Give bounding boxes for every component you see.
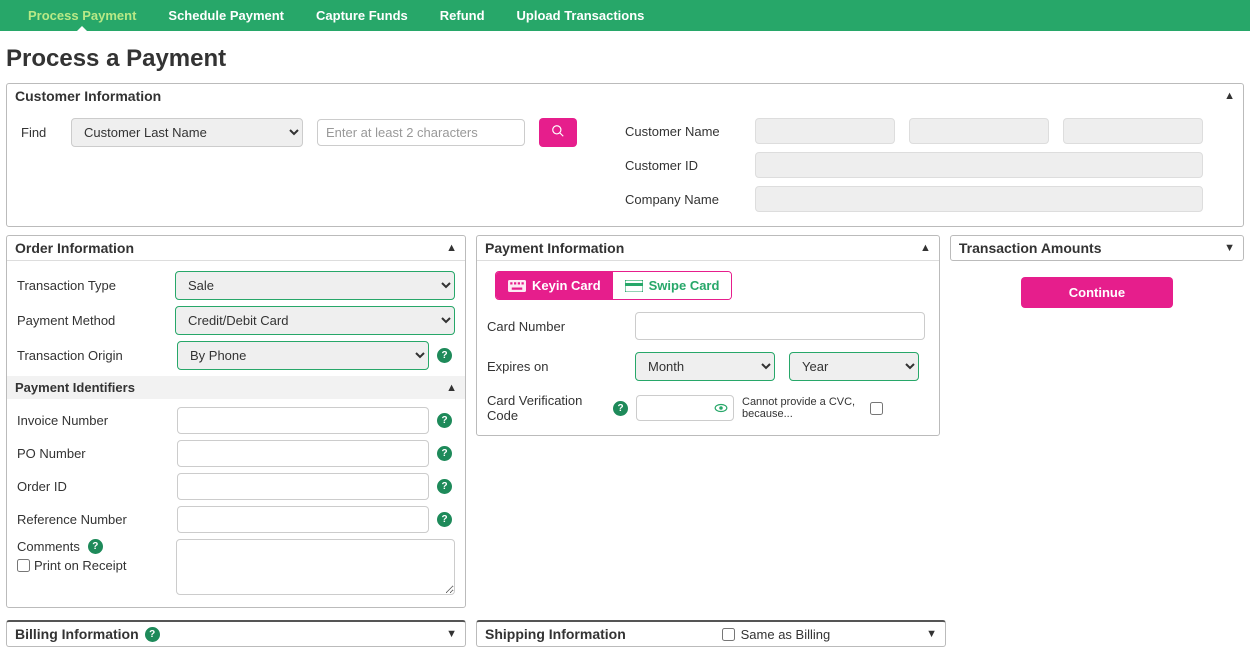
help-icon[interactable]: ? — [437, 512, 452, 527]
nav-capture-funds[interactable]: Capture Funds — [300, 0, 424, 31]
print-receipt-checkbox[interactable] — [17, 559, 30, 572]
payment-info-panel: Payment Information ▲ Keyin Card Swipe C… — [476, 235, 940, 436]
search-input[interactable] — [317, 119, 525, 146]
transaction-amounts-header[interactable]: Transaction Amounts ▼ — [950, 235, 1244, 261]
chevron-up-icon: ▲ — [446, 242, 457, 254]
customer-info-header[interactable]: Customer Information ▲ — [7, 84, 1243, 108]
same-as-billing-checkbox[interactable] — [722, 628, 735, 641]
customer-name-label: Customer Name — [625, 124, 735, 139]
continue-button[interactable]: Continue — [1021, 277, 1173, 308]
po-number-input[interactable] — [177, 440, 429, 467]
nav-upload-transactions[interactable]: Upload Transactions — [501, 0, 661, 31]
help-icon[interactable]: ? — [437, 413, 452, 428]
swipe-card-button[interactable]: Swipe Card — [613, 272, 732, 299]
find-select[interactable]: Customer Last Name — [71, 118, 303, 147]
order-info-header[interactable]: Order Information ▲ — [7, 236, 465, 261]
card-entry-toggle: Keyin Card Swipe Card — [495, 271, 732, 300]
help-icon[interactable]: ? — [437, 446, 452, 461]
same-as-billing-label: Same as Billing — [741, 627, 831, 642]
keyin-card-label: Keyin Card — [532, 278, 601, 293]
transaction-origin-select[interactable]: By Phone — [177, 341, 429, 370]
help-icon[interactable]: ? — [145, 627, 160, 642]
customer-info-panel: Customer Information ▲ Find Customer Las… — [6, 83, 1244, 227]
customer-middle-name-field — [909, 118, 1049, 144]
payment-method-select[interactable]: Credit/Debit Card — [175, 306, 455, 335]
keyin-card-button[interactable]: Keyin Card — [496, 272, 613, 299]
order-id-label: Order ID — [17, 479, 169, 494]
expiry-year-select[interactable]: Year — [789, 352, 919, 381]
cvc-note-label: Cannot provide a CVC, because... — [742, 396, 862, 420]
page-title: Process a Payment — [0, 31, 1250, 79]
nav-refund[interactable]: Refund — [424, 0, 501, 31]
invoice-number-input[interactable] — [177, 407, 429, 434]
print-receipt-label: Print on Receipt — [34, 558, 127, 573]
po-number-label: PO Number — [17, 446, 169, 461]
reference-number-label: Reference Number — [17, 512, 169, 527]
company-name-label: Company Name — [625, 192, 735, 207]
chevron-down-icon: ▼ — [1224, 242, 1235, 254]
help-icon[interactable]: ? — [437, 348, 452, 363]
order-id-input[interactable] — [177, 473, 429, 500]
shipping-info-header[interactable]: Shipping Information Same as Billing ▼ — [476, 620, 946, 647]
search-button[interactable] — [539, 118, 577, 147]
invoice-number-label: Invoice Number — [17, 413, 169, 428]
eye-icon[interactable] — [714, 401, 728, 415]
card-number-label: Card Number — [487, 319, 627, 334]
transaction-origin-label: Transaction Origin — [17, 348, 169, 363]
company-name-field — [755, 186, 1203, 212]
swipe-card-label: Swipe Card — [649, 278, 720, 293]
payment-identifiers-header[interactable]: Payment Identifiers ▲ — [7, 376, 465, 399]
card-number-input[interactable] — [635, 312, 925, 340]
cvc-label: Card Verification Code — [487, 393, 605, 423]
transaction-type-select[interactable]: Sale — [175, 271, 455, 300]
order-info-panel: Order Information ▲ Transaction Type Sal… — [6, 235, 466, 608]
comments-label: Comments — [17, 539, 80, 554]
comments-textarea[interactable] — [176, 539, 455, 595]
reference-number-input[interactable] — [177, 506, 429, 533]
customer-first-name-field — [755, 118, 895, 144]
transaction-amounts-title: Transaction Amounts — [959, 240, 1102, 256]
search-icon — [551, 124, 565, 138]
payment-info-title: Payment Information — [485, 240, 624, 256]
keyboard-icon — [508, 280, 526, 292]
customer-id-field — [755, 152, 1203, 178]
payment-identifiers-title: Payment Identifiers — [15, 380, 135, 395]
help-icon[interactable]: ? — [613, 401, 628, 416]
cvc-cannot-provide-checkbox[interactable] — [870, 402, 883, 415]
nav-schedule-payment[interactable]: Schedule Payment — [152, 0, 300, 31]
help-icon[interactable]: ? — [88, 539, 103, 554]
payment-info-header[interactable]: Payment Information ▲ — [477, 236, 939, 261]
transaction-type-label: Transaction Type — [17, 278, 167, 293]
chevron-up-icon: ▲ — [920, 242, 931, 254]
chevron-up-icon: ▲ — [1224, 90, 1235, 102]
chevron-down-icon: ▼ — [926, 628, 937, 640]
nav-process-payment[interactable]: Process Payment — [12, 0, 152, 31]
billing-info-header[interactable]: Billing Information ? ▼ — [6, 620, 466, 647]
chevron-down-icon: ▼ — [446, 628, 457, 640]
payment-method-label: Payment Method — [17, 313, 167, 328]
chevron-up-icon: ▲ — [446, 382, 457, 394]
expires-label: Expires on — [487, 359, 627, 374]
shipping-info-title: Shipping Information — [485, 626, 626, 642]
top-nav: Process Payment Schedule Payment Capture… — [0, 0, 1250, 31]
customer-id-label: Customer ID — [625, 158, 735, 173]
card-icon — [625, 280, 643, 292]
help-icon[interactable]: ? — [437, 479, 452, 494]
customer-last-name-field — [1063, 118, 1203, 144]
expiry-month-select[interactable]: Month — [635, 352, 775, 381]
billing-info-title: Billing Information — [15, 626, 139, 642]
customer-info-title: Customer Information — [15, 88, 161, 104]
find-label: Find — [21, 125, 57, 140]
order-info-title: Order Information — [15, 240, 134, 256]
